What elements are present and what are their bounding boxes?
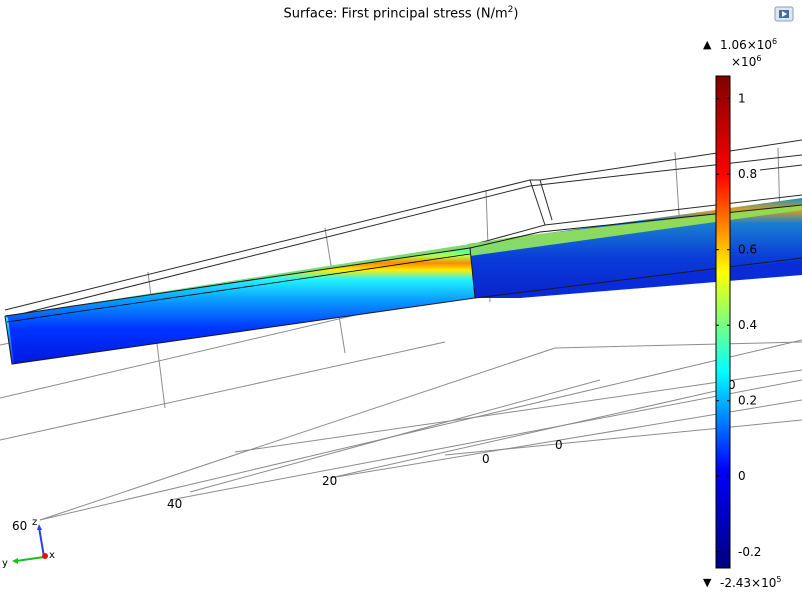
max-marker-icon: ▲ — [703, 38, 712, 51]
colorbar-max-label: 1.06×106 — [720, 37, 777, 52]
colorbar-scale-label: ×106 — [731, 54, 761, 69]
min-marker-icon: ▼ — [703, 576, 712, 589]
colorbar: -0.2 0 0.2 0.4 0.6 0.8 1 — [715, 75, 761, 569]
colorbar-max-mantissa: 1.06×10 — [720, 38, 773, 52]
colorbar-min-mantissa: -2.43×10 — [720, 576, 777, 590]
colorbar-tick-label: 0.4 — [738, 318, 757, 332]
colorbar-tick-label: 1 — [738, 92, 746, 106]
colorbar-tick-label: -0.2 — [738, 545, 761, 559]
colorbar-tick-label: 0 — [738, 469, 746, 483]
colorbar-scale-exponent: 6 — [756, 54, 762, 63]
plot-window: Surface: First principal stress (N/m2) 4… — [0, 0, 802, 595]
colorbar-tick-label: 0.2 — [738, 394, 757, 408]
colorbar-tick-label: 0.6 — [738, 243, 757, 257]
colorbar-max-exponent: 6 — [772, 37, 778, 46]
colorbar-tick-label: 0.8 — [738, 167, 757, 181]
colorbar-gradient — [715, 75, 731, 569]
colorbar-scale-base: ×10 — [731, 55, 757, 69]
colorbar-min-exponent: 5 — [776, 575, 782, 584]
colorbar-min-label: -2.43×105 — [720, 575, 781, 590]
